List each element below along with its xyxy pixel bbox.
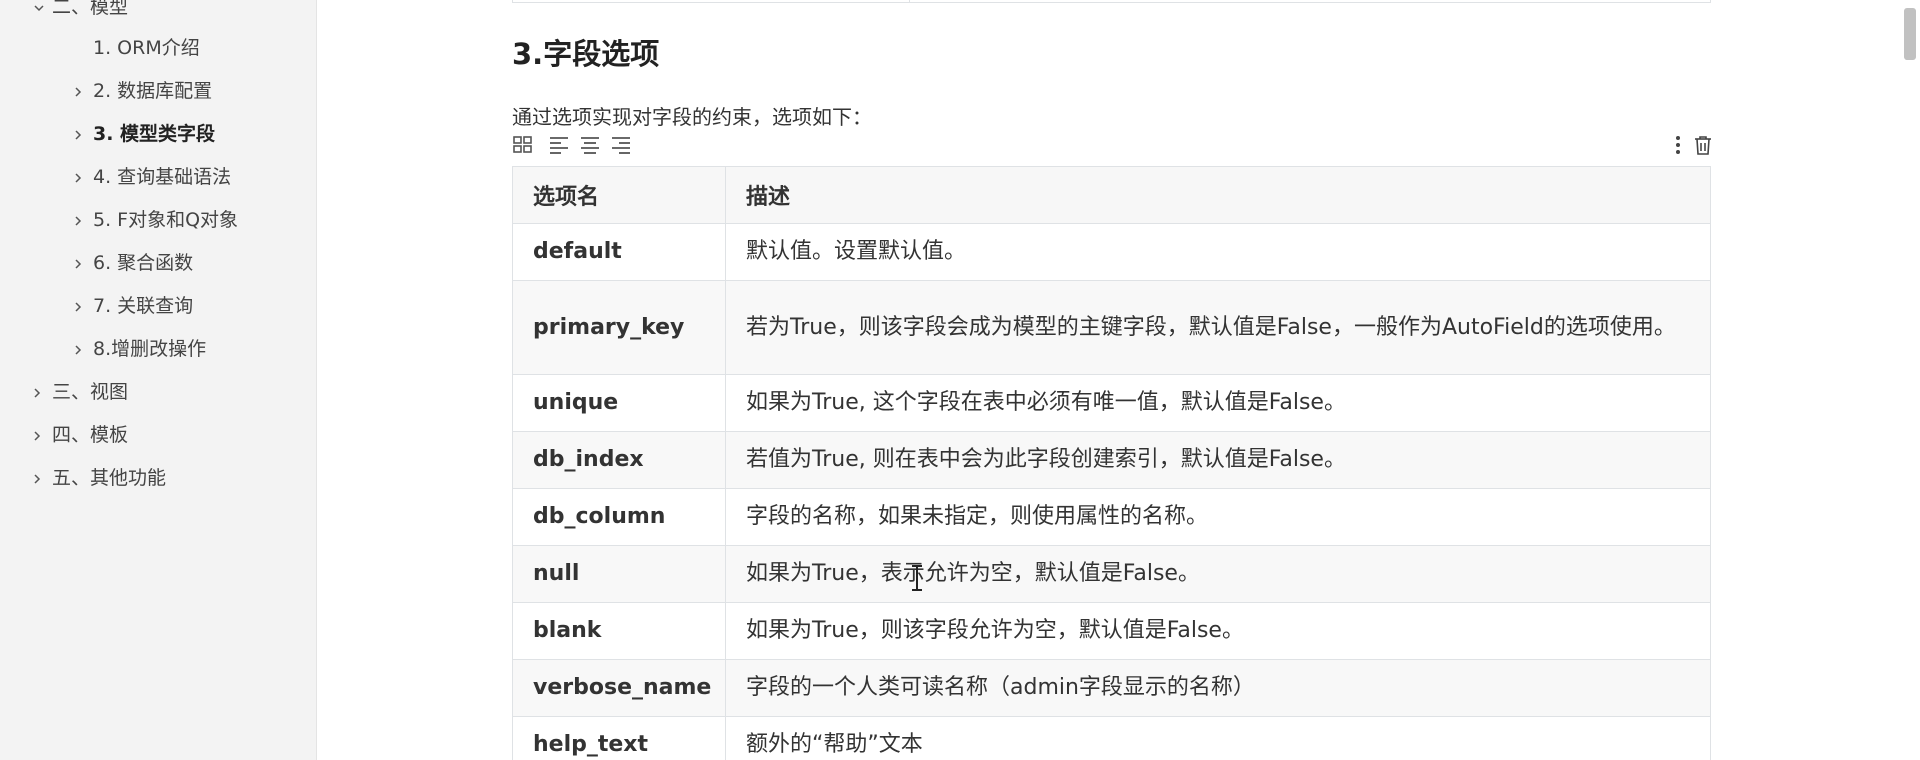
chevron-right-icon[interactable]	[69, 290, 87, 322]
chevron-right-icon[interactable]	[69, 118, 87, 150]
sidebar-item-model-fields[interactable]: 3. 模型类字段	[75, 118, 216, 150]
option-name-cell[interactable]: help_text	[512, 716, 726, 760]
sidebar-item-label: 6. 聚合函数	[93, 252, 194, 274]
sidebar-item-aggregate[interactable]: 6. 聚合函数	[75, 247, 194, 279]
description-cell[interactable]: 字段的一个人类可读名称（admin字段显示的名称）	[725, 659, 1711, 717]
more-vertical-icon[interactable]	[1667, 134, 1691, 158]
table-row: default 默认值。设置默认值。	[512, 223, 1711, 281]
sidebar-item-crud[interactable]: 8.增删改操作	[75, 333, 207, 365]
sidebar-item-orm-intro[interactable]: 1. ORM介绍	[93, 32, 200, 64]
align-left-icon[interactable]	[548, 134, 572, 158]
sidebar-item-views[interactable]: 三、视图	[34, 376, 129, 408]
description-cell[interactable]: 默认值。设置默认值。	[725, 223, 1711, 281]
table-toolbar	[512, 134, 1711, 158]
sidebar-item-templates[interactable]: 四、模板	[34, 419, 129, 451]
option-name-cell[interactable]: default	[512, 223, 726, 281]
chevron-right-icon[interactable]	[69, 333, 87, 365]
sidebar-item-other-features[interactable]: 五、其他功能	[34, 462, 167, 494]
text-cursor-icon	[909, 563, 925, 593]
previous-table-bottom-edge	[512, 0, 1711, 3]
sidebar-item-db-config[interactable]: 2. 数据库配置	[75, 75, 213, 107]
sidebar-item-label: 四、模板	[52, 424, 129, 446]
sidebar-item-label: 8.增删改操作	[93, 338, 207, 360]
option-name-cell[interactable]: unique	[512, 374, 726, 432]
option-name-cell[interactable]: null	[512, 545, 726, 603]
chevron-right-icon[interactable]	[69, 161, 87, 193]
vertical-scrollbar[interactable]	[1898, 0, 1920, 760]
option-name-cell[interactable]: blank	[512, 602, 726, 660]
table-row: db_column 字段的名称，如果未指定，则使用属性的名称。	[512, 488, 1711, 546]
sidebar-item-label: 1. ORM介绍	[93, 37, 200, 59]
align-center-icon[interactable]	[579, 134, 603, 158]
table-header-row: 选项名 描述	[512, 166, 1711, 224]
description-cell[interactable]: 字段的名称，如果未指定，则使用属性的名称。	[725, 488, 1711, 546]
column-header-option-name[interactable]: 选项名	[512, 166, 726, 224]
sidebar-item-label: 4. 查询基础语法	[93, 166, 232, 188]
description-cell[interactable]: 额外的“帮助”文本	[725, 716, 1711, 760]
sidebar-item-related-query[interactable]: 7. 关联查询	[75, 290, 194, 322]
sidebar-item-label: 二、模型	[52, 0, 129, 18]
sidebar-item-label: 五、其他功能	[52, 467, 167, 489]
chevron-right-icon[interactable]	[28, 419, 46, 451]
trash-icon[interactable]	[1692, 134, 1716, 158]
chevron-right-icon[interactable]	[28, 376, 46, 408]
section-heading: 3.字段选项	[512, 37, 660, 71]
sidebar-item-label: 2. 数据库配置	[93, 80, 213, 102]
sidebar-item-label: 3. 模型类字段	[93, 123, 216, 145]
chevron-right-icon[interactable]	[69, 204, 87, 236]
description-cell[interactable]: 若值为True, 则在表中会为此字段创建索引，默认值是False。	[725, 431, 1711, 489]
markdown-editor-window: 二、模型 1. ORM介绍 2. 数据库配置 3. 模型类字段 4. 查询基础语…	[0, 0, 1920, 760]
option-name-cell[interactable]: verbose_name	[512, 659, 726, 717]
description-cell[interactable]: 若为True，则该字段会成为模型的主键字段，默认值是False，一般作为Auto…	[725, 280, 1711, 375]
table-row: db_index 若值为True, 则在表中会为此字段创建索引，默认值是Fals…	[512, 431, 1711, 489]
scrollbar-thumb[interactable]	[1904, 8, 1916, 60]
option-name-cell[interactable]: db_column	[512, 488, 726, 546]
chevron-right-icon[interactable]	[69, 247, 87, 279]
align-right-icon[interactable]	[610, 134, 634, 158]
option-name-cell[interactable]: db_index	[512, 431, 726, 489]
sidebar-item-f-q-objects[interactable]: 5. F对象和Q对象	[75, 204, 239, 236]
intro-paragraph: 通过选项实现对字段的约束，选项如下：	[512, 105, 872, 129]
table-row: null 如果为True，表示允许为空，默认值是False。	[512, 545, 1711, 603]
table-row: primary_key 若为True，则该字段会成为模型的主键字段，默认值是Fa…	[512, 280, 1711, 375]
description-cell[interactable]: 如果为True，表示允许为空，默认值是False。	[725, 545, 1711, 603]
table-row: unique 如果为True, 这个字段在表中必须有唯一值，默认值是False。	[512, 374, 1711, 432]
sidebar-item-label: 5. F对象和Q对象	[93, 209, 239, 231]
table-row: verbose_name 字段的一个人类可读名称（admin字段显示的名称）	[512, 659, 1711, 717]
chevron-right-icon[interactable]	[69, 75, 87, 107]
document-content[interactable]: 3.字段选项 通过选项实现对字段的约束，选项如下： 选项名 描述 default…	[317, 0, 1898, 760]
table-grid-icon[interactable]	[512, 134, 536, 158]
chevron-right-icon[interactable]	[28, 462, 46, 494]
outline-sidebar: 二、模型 1. ORM介绍 2. 数据库配置 3. 模型类字段 4. 查询基础语…	[0, 0, 317, 760]
sidebar-item-label: 7. 关联查询	[93, 295, 194, 317]
description-cell[interactable]: 如果为True，则该字段允许为空，默认值是False。	[725, 602, 1711, 660]
sidebar-item-query-basics[interactable]: 4. 查询基础语法	[75, 161, 232, 193]
description-cell[interactable]: 如果为True, 这个字段在表中必须有唯一值，默认值是False。	[725, 374, 1711, 432]
sidebar-item-models[interactable]: 二、模型	[34, 0, 129, 23]
option-name-cell[interactable]: primary_key	[512, 280, 726, 375]
field-options-table[interactable]: 选项名 描述 default 默认值。设置默认值。 primary_key 若为…	[512, 166, 1711, 760]
table-row: help_text 额外的“帮助”文本	[512, 716, 1711, 760]
chevron-down-icon[interactable]	[30, 0, 48, 23]
sidebar-item-label: 三、视图	[52, 381, 129, 403]
column-header-description[interactable]: 描述	[725, 166, 1711, 224]
table-row: blank 如果为True，则该字段允许为空，默认值是False。	[512, 602, 1711, 660]
